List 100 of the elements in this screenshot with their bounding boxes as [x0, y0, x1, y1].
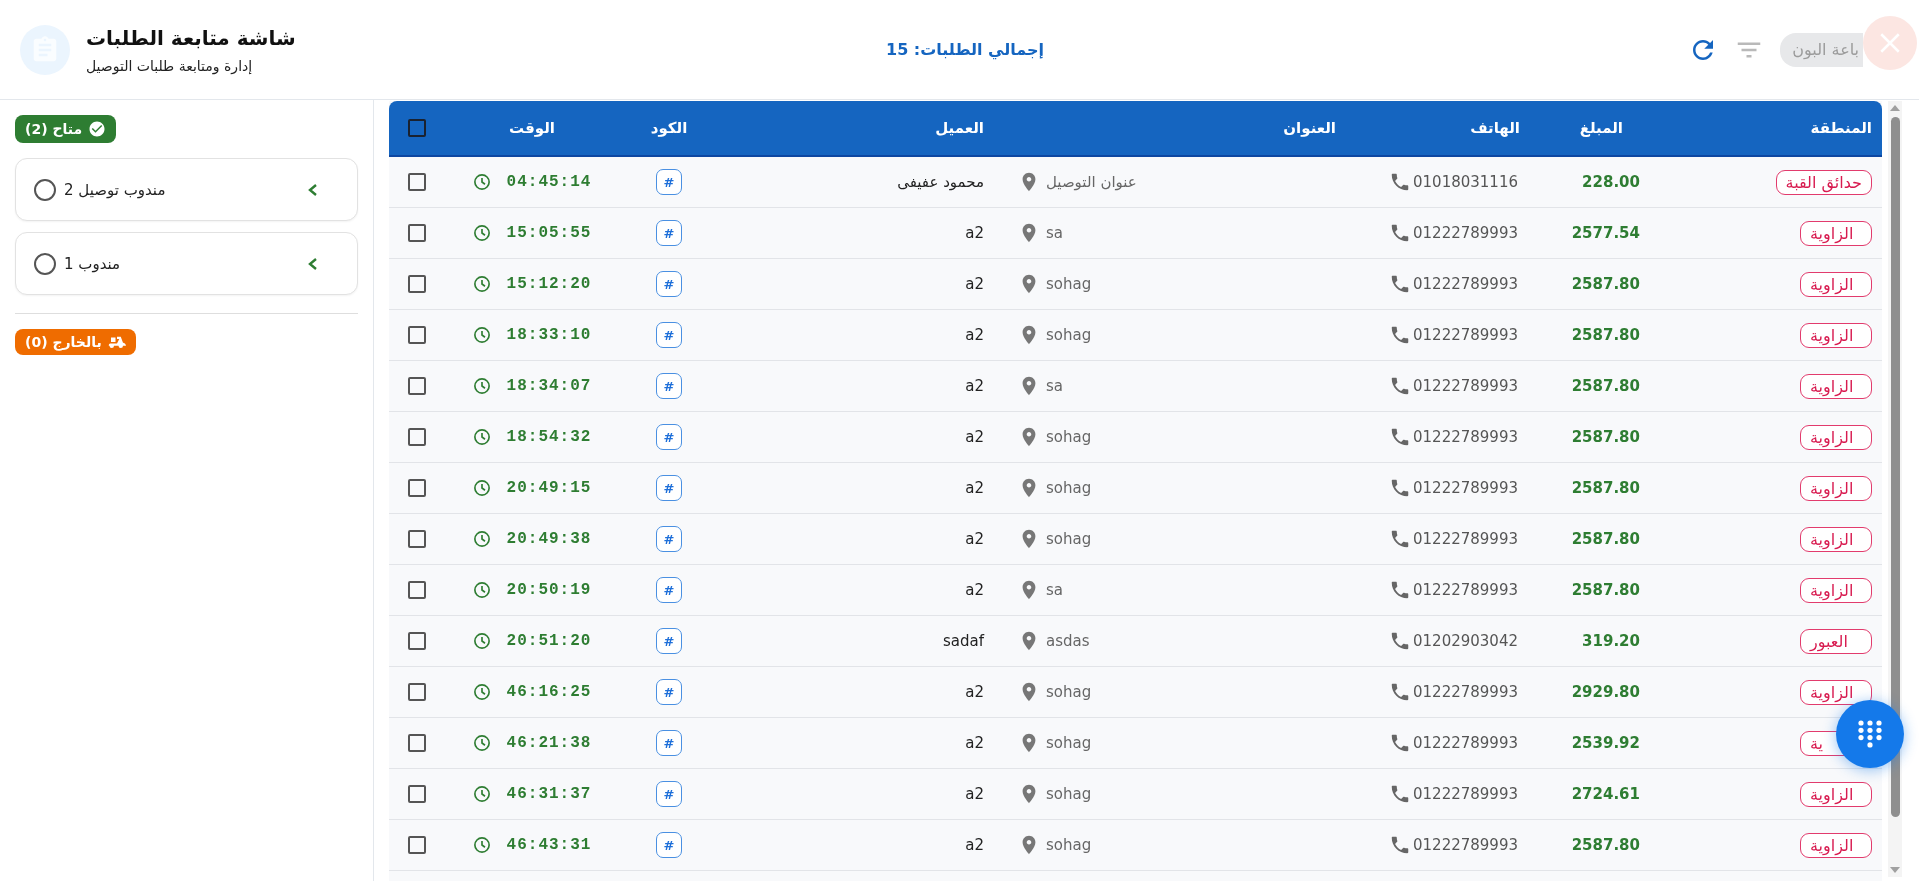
code-tag[interactable]: # [656, 628, 682, 654]
clock-icon [472, 734, 491, 752]
address-cell: sohag [1046, 836, 1092, 854]
agent-name: مندوب 1 [64, 254, 121, 273]
client-cell-text: a2 [965, 479, 985, 497]
address-cell: sohag [1046, 683, 1092, 701]
row-checkbox[interactable] [408, 173, 426, 191]
phone-cell: 01222789993 [1413, 683, 1518, 701]
row-checkbox[interactable] [408, 785, 426, 803]
row-checkbox[interactable] [408, 224, 426, 242]
time-cell: 46:16:25 [506, 683, 592, 701]
amount-cell-text: 2577.54 [1571, 224, 1641, 242]
client-cell-text: a2 [965, 326, 985, 344]
phone-cell: 01222789993 [1413, 377, 1518, 395]
time-cell: 46:43:31 [506, 836, 592, 854]
address-cell: sohag [1046, 785, 1092, 803]
address-cell: sohag [1046, 326, 1092, 344]
code-tag[interactable]: # [656, 526, 682, 552]
phone-icon [1389, 171, 1411, 193]
address-cell: sohag [1046, 530, 1092, 548]
row-checkbox[interactable] [408, 479, 426, 497]
phone-cell: 01222789993 [1413, 581, 1518, 599]
code-tag[interactable]: # [656, 322, 682, 348]
scrollbar[interactable] [1888, 101, 1902, 877]
code-tag[interactable]: # [656, 271, 682, 297]
client-cell-text: a2 [965, 275, 985, 293]
phone-cell: 01018031116 [1413, 173, 1518, 191]
agent-card[interactable]: مندوب 1 [15, 232, 358, 295]
amount-cell-text: 2587.80 [1571, 275, 1641, 293]
code-tag[interactable]: # [656, 781, 682, 807]
row-checkbox[interactable] [408, 581, 426, 599]
row-checkbox[interactable] [408, 428, 426, 446]
amount-cell-text: 2587.80 [1571, 581, 1641, 599]
phone-icon [1389, 579, 1411, 601]
chevron-left-icon[interactable] [307, 182, 319, 197]
phone-icon [1389, 834, 1411, 856]
clock-icon [472, 785, 491, 803]
code-tag[interactable]: # [656, 475, 682, 501]
amount-cell-text: 2724.61 [1571, 785, 1641, 803]
amount-cell-text: 2587.80 [1571, 836, 1641, 854]
row-checkbox[interactable] [408, 326, 426, 344]
agent-card[interactable]: مندوب توصيل 2 [15, 158, 358, 221]
row-checkbox[interactable] [408, 632, 426, 650]
amount-cell-text: 2587.80 [1571, 479, 1641, 497]
page-title: شاشة متابعة الطلبات [86, 25, 296, 50]
dialpad-icon[interactable] [1857, 719, 1883, 749]
client-cell-text: sadaf [943, 632, 986, 650]
clock-icon [472, 428, 491, 446]
region-tag: الزاوية [1800, 832, 1872, 858]
row-checkbox[interactable] [408, 377, 426, 395]
region-tag: العبور [1800, 628, 1872, 654]
client-cell-text: محمود عفيفى [897, 173, 985, 191]
code-tag[interactable]: # [656, 577, 682, 603]
clock-icon [472, 377, 491, 395]
row-checkbox[interactable] [408, 734, 426, 752]
amount-cell-text: 319.20 [1582, 632, 1641, 650]
clock-icon [472, 632, 491, 650]
region-tag: الزاوية [1800, 424, 1872, 450]
select-all-checkbox[interactable] [408, 119, 426, 137]
code-tag[interactable]: # [656, 169, 682, 195]
row-checkbox[interactable] [408, 275, 426, 293]
orders-total: إجمالي الطلبات: 15 [885, 40, 1045, 59]
region-tag: الزاوية [1800, 475, 1872, 501]
row-checkbox[interactable] [408, 530, 426, 548]
code-tag[interactable]: # [656, 730, 682, 756]
phone-cell: 01222789993 [1413, 326, 1518, 344]
time-cell: 15:12:20 [506, 275, 592, 293]
code-tag[interactable]: # [656, 424, 682, 450]
phone-icon [1389, 681, 1411, 703]
time-cell: 04:45:14 [506, 173, 592, 191]
code-tag[interactable]: # [656, 373, 682, 399]
time-cell: 18:34:07 [506, 377, 592, 395]
column-header: الوقت [509, 119, 555, 137]
phone-icon [1389, 222, 1411, 244]
address-cell: sohag [1046, 275, 1092, 293]
amount-cell-text: 228.00 [1582, 173, 1641, 191]
phone-icon [1389, 630, 1411, 652]
code-tag[interactable]: # [656, 220, 682, 246]
client-cell-text: a2 [965, 428, 985, 446]
code-tag[interactable]: # [656, 679, 682, 705]
row-checkbox[interactable] [408, 836, 426, 854]
chevron-left-icon[interactable] [307, 256, 319, 271]
phone-cell: 01222789993 [1413, 275, 1518, 293]
code-tag[interactable]: # [656, 832, 682, 858]
address-cell: عنوان التوصيل [1046, 173, 1137, 191]
address-cell: sa [1046, 377, 1063, 395]
clock-icon [472, 173, 491, 191]
radio-button[interactable] [34, 178, 56, 201]
client-cell-text: a2 [965, 530, 985, 548]
phone-cell: 01222789993 [1413, 734, 1518, 752]
client-cell-text: a2 [965, 581, 985, 599]
time-cell: 20:49:38 [506, 530, 592, 548]
column-header: المنطقة [1810, 119, 1873, 137]
row-checkbox[interactable] [408, 683, 426, 701]
region-tag: الزاوية [1800, 271, 1872, 297]
time-cell: 20:50:19 [506, 581, 592, 599]
time-cell: 18:33:10 [506, 326, 592, 344]
column-header: الهاتف [1470, 119, 1521, 137]
radio-button[interactable] [34, 252, 56, 275]
outside-badge: بالخارج (0) [15, 329, 136, 355]
